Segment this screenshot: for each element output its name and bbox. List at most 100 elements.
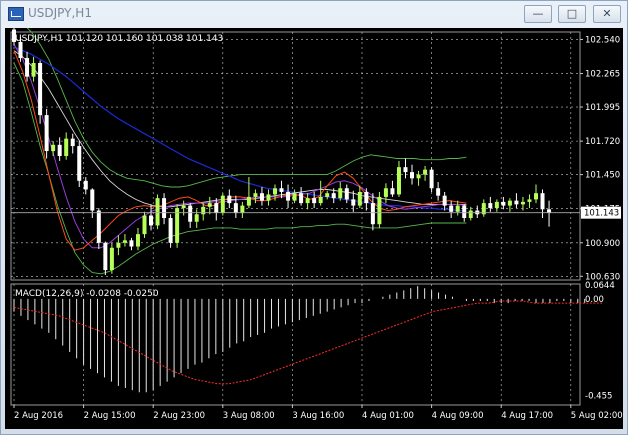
candle-bull (122, 240, 127, 243)
candle-bear (57, 144, 62, 156)
candle-bear (279, 188, 284, 192)
candle-bear (442, 195, 447, 206)
candle-bear (233, 203, 238, 214)
candle-bear (403, 167, 408, 173)
candle-bull (534, 193, 538, 200)
candle-bull (51, 144, 56, 152)
candle-bear (410, 172, 415, 179)
price-axis-label: 102.265 (585, 70, 620, 80)
candle-bull (338, 188, 343, 199)
candle-bull (494, 201, 499, 209)
time-axis-label: 3 Aug 16:00 (292, 411, 344, 421)
candle-bull (135, 234, 140, 247)
candle-bull (396, 167, 401, 195)
title-bar[interactable]: USDJPY,H1 — □ ✕ (1, 1, 627, 27)
candle-bear (90, 189, 95, 211)
candle-bear (149, 215, 154, 226)
candle-bull (155, 198, 160, 226)
candle-bull (240, 205, 245, 214)
candle-bear (540, 193, 545, 210)
candle-bull (253, 193, 258, 197)
macd-axis-label: -0.455 (585, 391, 612, 401)
window-title: USDJPY,H1 (28, 6, 92, 20)
candle-bull (383, 188, 388, 197)
macd-axis-label: 0.00 (585, 295, 604, 305)
candle-bear (96, 210, 101, 243)
candle-bull (175, 208, 180, 243)
candle-bear (449, 205, 454, 212)
candle-bear (129, 240, 134, 247)
candle-bear (162, 198, 167, 218)
minimize-button[interactable]: — (524, 5, 552, 23)
candle-bull (116, 242, 121, 248)
candle-bull (142, 215, 147, 235)
candle-bear (351, 199, 356, 206)
candle-bear (168, 218, 173, 243)
candle-bear (429, 169, 434, 189)
time-axis-label: 2 Aug 15:00 (84, 411, 136, 421)
candle-bull (207, 203, 212, 207)
candle-bull (273, 188, 277, 195)
price-axis-label: 101.995 (585, 103, 620, 113)
candle-bear (188, 205, 193, 222)
candle-bear (299, 193, 304, 204)
candle-bear (501, 201, 506, 206)
candle-bull (325, 193, 330, 197)
candle-bear (462, 205, 467, 218)
candle-bear (38, 63, 43, 116)
price-axis-label: 102.540 (585, 35, 620, 45)
candle-bull (423, 169, 428, 175)
time-axis-label: 5 Aug 02:00 (571, 411, 623, 421)
candle-bull (109, 247, 114, 271)
candle-bear (514, 200, 519, 205)
candle-bear (370, 203, 375, 225)
candle-bull (194, 214, 199, 222)
price-axis-label: 100.900 (585, 239, 620, 249)
candle-bear (83, 180, 88, 190)
candle-bull (266, 194, 271, 201)
candle-bull (181, 205, 186, 209)
candle-bull (377, 196, 382, 225)
macd-label: MACD(12,26,9) -0.0208 -0.0250 (15, 289, 159, 299)
time-axis-label: 4 Aug 09:00 (432, 411, 484, 421)
candle-bull (468, 210, 473, 218)
candle-bear (227, 195, 232, 204)
candle-bull (220, 195, 225, 214)
candle-bear (44, 115, 49, 152)
candle-bear (103, 242, 108, 271)
candle-bear (77, 146, 82, 181)
candle-bear (286, 191, 291, 201)
candle-bear (259, 193, 264, 201)
candle-bull (246, 196, 251, 206)
macd-axis-label: 0.0644 (585, 281, 615, 291)
price-axis-label: 101.720 (585, 137, 620, 147)
time-axis-label: 2 Aug 23:00 (153, 411, 205, 421)
time-axis-label: 4 Aug 01:00 (362, 411, 414, 421)
candle-bull (201, 206, 206, 215)
candle-bear (344, 188, 349, 200)
candle-bear (25, 58, 30, 77)
time-axis-label: 2 Aug 2016 (14, 411, 63, 421)
candle-bear (364, 191, 369, 204)
candle-bear (70, 138, 75, 147)
maximize-button[interactable]: □ (558, 5, 586, 23)
chart-header: USDJPY,H1 101.120 101.160 101.038 101.14… (15, 34, 223, 44)
current-price-label: 101.143 (584, 209, 619, 219)
candle-bull (520, 201, 525, 205)
chart-window: USDJPY,H1 — □ ✕ 102.540 102.265 101.995 101… (0, 0, 628, 435)
candle-bull (507, 200, 512, 206)
candle-bull (31, 63, 36, 77)
chart-window-icon (8, 7, 24, 21)
candle-bear (436, 188, 441, 196)
candle-bull (527, 199, 532, 202)
candle-bear (331, 193, 336, 199)
price-chart[interactable]: 102.540 102.265 101.995 101.720 101.450 101.1… (5, 28, 623, 429)
candle-bull (455, 205, 460, 212)
price-axis-label: 101.450 (585, 171, 620, 181)
candle-bull (292, 193, 297, 201)
candle-bull (416, 174, 421, 179)
candle-bear (312, 198, 317, 204)
candle-bull (318, 196, 323, 204)
candle-bear (390, 188, 395, 195)
close-button[interactable]: ✕ (593, 5, 621, 23)
